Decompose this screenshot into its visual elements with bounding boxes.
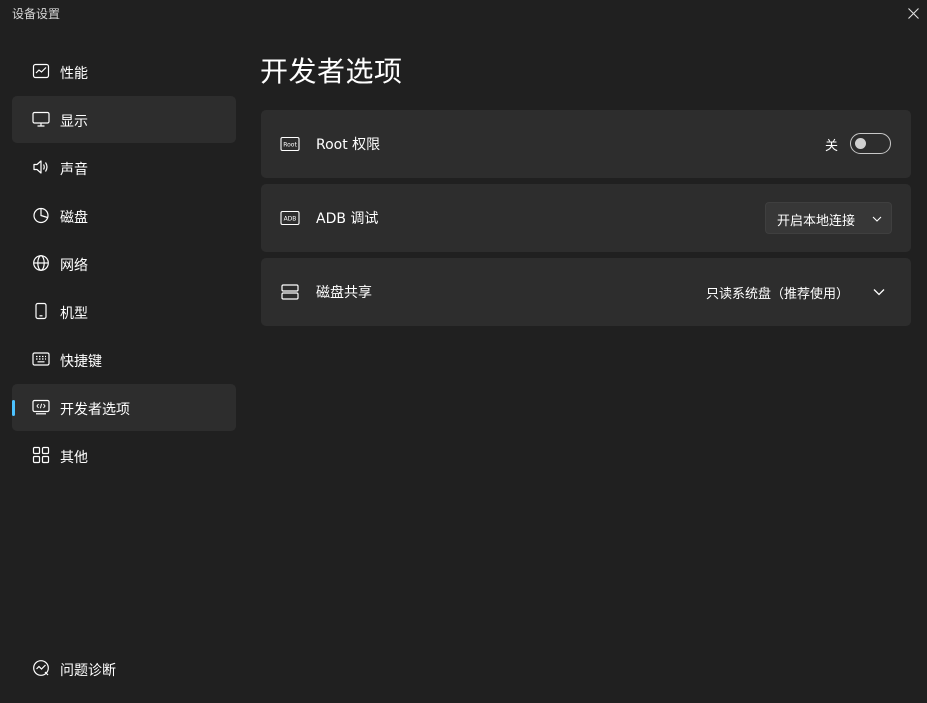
setting-card-adb: ADB ADB 调试 开启本地连接	[261, 184, 911, 252]
disk-share-value: 只读系统盘（推荐使用）	[705, 287, 849, 302]
developer-code-icon	[32, 398, 50, 416]
sidebar-item-label: 问题诊断	[60, 663, 116, 679]
sidebar: 性能 显示 声音 磁盘 网络 机型 快捷键 开发者选项 其他	[0, 48, 248, 703]
chevron-down-icon	[872, 216, 882, 222]
setting-label: 磁盘共享	[316, 285, 372, 301]
window-title: 设备设置	[12, 7, 61, 21]
performance-chart-icon	[32, 62, 50, 80]
disk-share-icon	[280, 282, 300, 302]
phone-icon	[32, 302, 50, 320]
root-icon: Root	[280, 134, 300, 154]
title-bar: 设备设置	[0, 0, 927, 28]
diagnostics-icon	[32, 659, 50, 677]
sidebar-item-performance[interactable]: 性能	[12, 48, 236, 95]
setting-card-disk-share[interactable]: 磁盘共享 只读系统盘（推荐使用）	[261, 258, 911, 326]
sidebar-item-label: 磁盘	[60, 210, 88, 226]
sidebar-item-network[interactable]: 网络	[12, 240, 236, 287]
sidebar-item-disk[interactable]: 磁盘	[12, 192, 236, 239]
selection-indicator	[12, 400, 15, 416]
svg-text:Root: Root	[283, 142, 297, 149]
adb-icon: ADB	[280, 208, 300, 228]
chevron-down-icon[interactable]	[871, 284, 887, 300]
sidebar-item-label: 开发者选项	[60, 402, 130, 418]
pie-chart-icon	[32, 206, 50, 224]
close-button[interactable]	[901, 0, 925, 26]
settings-window: 设备设置 性能 显示 声音 磁盘 网络 机型 快捷键 开发者选项 其他 问题诊断…	[0, 0, 927, 703]
page-title: 开发者选项	[260, 55, 403, 88]
toggle-knob	[855, 138, 866, 149]
close-icon	[907, 7, 919, 19]
setting-card-root: Root Root 权限 关	[261, 110, 911, 178]
root-permission-toggle[interactable]	[850, 133, 891, 154]
grid-icon	[32, 446, 50, 464]
sidebar-item-diagnostics[interactable]: 问题诊断	[12, 646, 236, 690]
sidebar-item-label: 显示	[60, 114, 88, 130]
sidebar-item-model[interactable]: 机型	[12, 288, 236, 335]
monitor-icon	[32, 110, 50, 128]
sidebar-item-label: 网络	[60, 258, 88, 274]
sidebar-item-label: 性能	[60, 66, 88, 82]
globe-icon	[32, 254, 50, 272]
svg-text:ADB: ADB	[284, 216, 297, 223]
adb-mode-select[interactable]: 开启本地连接	[765, 202, 892, 234]
sidebar-item-shortcuts[interactable]: 快捷键	[12, 336, 236, 383]
toggle-state-label: 关	[824, 139, 838, 154]
sidebar-item-sound[interactable]: 声音	[12, 144, 236, 191]
sidebar-item-display[interactable]: 显示	[12, 96, 236, 143]
sidebar-item-other[interactable]: 其他	[12, 432, 236, 479]
setting-label: ADB 调试	[316, 211, 379, 227]
sidebar-item-label: 机型	[60, 306, 88, 322]
sidebar-item-label: 声音	[60, 162, 88, 178]
setting-label: Root 权限	[316, 137, 381, 153]
sidebar-item-label: 其他	[60, 450, 88, 466]
sidebar-item-developer-options[interactable]: 开发者选项	[12, 384, 236, 431]
keyboard-icon	[32, 350, 50, 368]
select-value: 开启本地连接	[777, 214, 856, 229]
speaker-icon	[32, 158, 50, 176]
sidebar-item-label: 快捷键	[60, 354, 102, 370]
